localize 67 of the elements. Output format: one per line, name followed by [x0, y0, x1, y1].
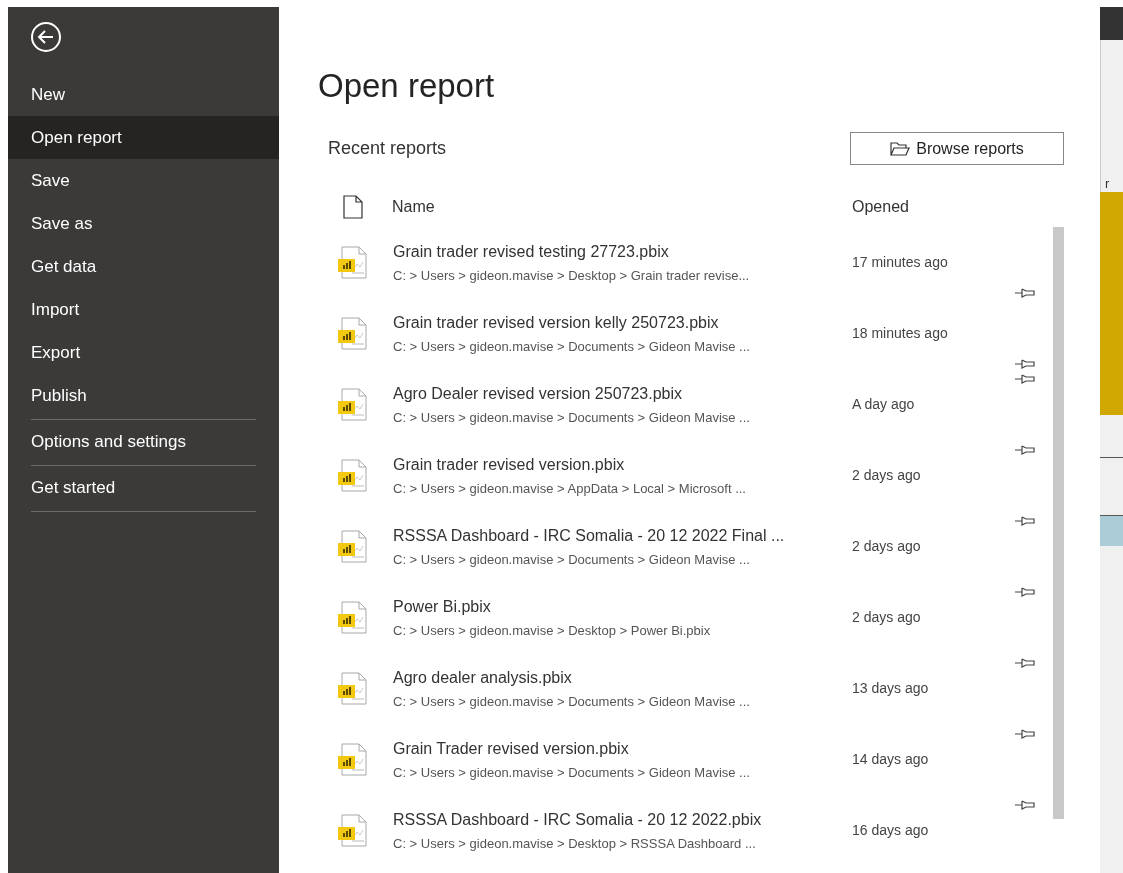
- menu-item[interactable]: Get data: [8, 245, 279, 288]
- opened-time: 2 days ago: [852, 466, 921, 485]
- menu-item[interactable]: New: [8, 73, 279, 116]
- menu-item[interactable]: Open report: [8, 116, 279, 159]
- back-button[interactable]: [30, 21, 62, 53]
- opened-time: 13 days ago: [852, 679, 929, 698]
- pin-icon[interactable]: [1014, 444, 1037, 456]
- menu-item[interactable]: Options and settings: [8, 420, 279, 463]
- pin-icon[interactable]: [1014, 373, 1037, 385]
- menu-item[interactable]: Get started: [8, 466, 279, 509]
- report-row[interactable]: RSSSA Dashboard - IRC Somalia - 20 12 2022.pbix C: > Users > gideon.mavise > Desktop > RSSSA Dashboard ... 16 days ago: [318, 795, 1037, 866]
- report-path: C: > Users > gideon.mavise > Documents > Gideon Mavise ...: [393, 763, 751, 782]
- pin-icon[interactable]: [1014, 657, 1037, 669]
- report-name: Grain trader revised version.pbix: [393, 454, 626, 475]
- pin-icon[interactable]: [1014, 799, 1037, 811]
- opened-time: 17 minutes ago: [852, 253, 948, 272]
- scrollbar[interactable]: [1053, 227, 1064, 819]
- opened-time: 18 minutes ago: [852, 324, 948, 343]
- report-name: Power Bi.pbix: [393, 596, 492, 617]
- highlight-band: [1100, 516, 1123, 546]
- menu-item[interactable]: Publish: [8, 374, 279, 417]
- report-path: C: > Users > gideon.mavise > Documents > Gideon Mavise ...: [393, 550, 751, 569]
- report-name: Grain trader revised testing 27723.pbix: [393, 241, 670, 262]
- top-bar: [1100, 7, 1123, 40]
- report-name: RSSSA Dashboard - IRC Somalia - 20 12 2022.pbix: [393, 809, 763, 830]
- report-name: Agro dealer analysis.pbix: [393, 667, 573, 688]
- opened-time: 14 days ago: [852, 750, 929, 769]
- report-row[interactable]: RSSSA Dashboard - IRC Somalia - 20 12 2022 Final ... C: > Users > gideon.mavise > Documents > Gideon Mavise ... 2 days ago: [318, 511, 1037, 582]
- menu-item[interactable]: Save: [8, 159, 279, 202]
- report-name: Grain trader revised version kelly 250723.pbix: [393, 312, 720, 333]
- menu-item[interactable]: Export: [8, 331, 279, 374]
- report-path: C: > Users > gideon.mavise > Documents > Gideon Mavise ...: [393, 408, 751, 427]
- column-header: Opened: [852, 197, 909, 217]
- opened-time: 2 days ago: [852, 608, 921, 627]
- report-row[interactable]: Grain Trader revised version.pbix C: > Users > gideon.mavise > Documents > Gideon Mavise ... 14 days ago: [318, 724, 1037, 795]
- report-path: C: > Users > gideon.mavise > Documents > Gideon Mavise ...: [393, 337, 751, 356]
- menu-item[interactable]: Save as: [8, 202, 279, 245]
- report-name: Agro Dealer revised version 250723.pbix: [393, 383, 684, 404]
- text-fragment: r: [1105, 177, 1110, 190]
- pin-icon[interactable]: [1014, 287, 1037, 299]
- pin-icon[interactable]: [1014, 515, 1037, 527]
- report-row[interactable]: Power Bi.pbix C: > Users > gideon.mavise > Desktop > Power Bi.pbix 2 days ago: [318, 582, 1037, 653]
- report-path: C: > Users > gideon.mavise > Documents > Gideon Mavise ...: [393, 692, 751, 711]
- report-row[interactable]: Agro dealer analysis.pbix C: > Users > gideon.mavise > Documents > Gideon Mavise ... 13 days ago: [318, 653, 1037, 724]
- report-row[interactable]: Grain trader revised testing 27723.pbix C: > Users > gideon.mavise > Desktop > Grain trader revise... 17 minutes ago: [318, 227, 1037, 298]
- browse-reports-button[interactable]: Browse reports: [850, 132, 1064, 165]
- pin-icon[interactable]: [1014, 586, 1037, 598]
- pin-icon[interactable]: [1014, 358, 1037, 370]
- pin-icon[interactable]: [1014, 728, 1037, 740]
- report-name: RSSSA Dashboard - IRC Somalia - 20 12 2022 Final ...: [393, 525, 786, 546]
- report-path: C: > Users > gideon.mavise > Desktop > Grain trader revise...: [393, 266, 751, 285]
- report-path: C: > Users > gideon.mavise > Desktop > Power Bi.pbix: [393, 621, 712, 640]
- file-icon: [343, 195, 363, 219]
- section-title: Recent reports: [328, 137, 447, 160]
- folder-icon: [890, 141, 911, 156]
- report-row[interactable]: Agro Dealer revised version 250723.pbix C: > Users > gideon.mavise > Documents > Gideon Mavise ... A day ago: [318, 369, 1037, 440]
- report-path: C: > Users > gideon.mavise > Desktop > RSSSA Dashboard ...: [393, 834, 757, 853]
- opened-time: 16 days ago: [852, 821, 929, 840]
- report-path: C: > Users > gideon.mavise > AppData > Local > Microsoft ...: [393, 479, 747, 498]
- report-row[interactable]: Grain trader revised version kelly 250723.pbix C: > Users > gideon.mavise > Documents > Gideon Mavise ... 18 minutes ago: [318, 298, 1037, 369]
- page-title: Open report: [318, 69, 496, 102]
- opened-time: A day ago: [852, 395, 915, 414]
- report-row[interactable]: Grain trader revised version.pbix C: > Users > gideon.mavise > AppData > Local > Microsoft ... 2 days ago: [318, 440, 1037, 511]
- opened-time: 2 days ago: [852, 537, 921, 556]
- report-name: Grain Trader revised version.pbix: [393, 738, 630, 759]
- menu-item[interactable]: Import: [8, 288, 279, 331]
- column-header: Name: [392, 197, 436, 217]
